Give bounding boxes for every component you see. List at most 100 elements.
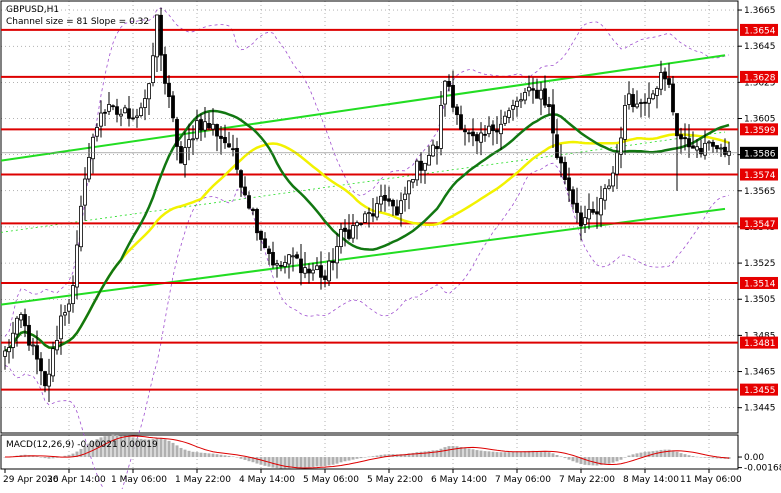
macd-histogram-bar	[428, 451, 431, 457]
candle-body	[544, 89, 547, 105]
candle-body	[132, 118, 135, 119]
macd-histogram-bar	[708, 457, 711, 458]
candle-body	[152, 56, 155, 83]
candle-body	[36, 346, 39, 359]
candle-body	[96, 127, 99, 136]
macd-histogram-bar	[632, 454, 635, 457]
macd-histogram-bar	[228, 456, 231, 457]
macd-histogram-bar	[512, 452, 515, 457]
candle	[172, 91, 175, 122]
macd-histogram-bar	[464, 448, 467, 457]
candle-body	[372, 214, 375, 216]
candle-body	[356, 223, 359, 226]
candle-body	[300, 259, 303, 273]
candle-body	[284, 262, 287, 266]
macd-histogram-bar	[640, 453, 643, 457]
time-tick-label: 6 May 14:00	[431, 475, 487, 485]
candle-body	[460, 115, 463, 130]
macd-histogram-bar	[712, 457, 715, 458]
candle-body	[388, 199, 391, 201]
candle-body	[488, 126, 491, 133]
candle-body	[616, 153, 619, 174]
macd-histogram-bar	[612, 457, 615, 463]
macd-histogram-bar	[204, 453, 207, 457]
macd-histogram-bar	[504, 452, 507, 457]
macd-histogram-bar	[688, 455, 691, 457]
macd-histogram-bar	[496, 452, 499, 457]
macd-histogram-bar	[224, 455, 227, 457]
candle-body	[560, 157, 563, 163]
macd-histogram-bar	[636, 453, 639, 457]
macd-histogram-bar	[376, 456, 379, 457]
candle-body	[60, 316, 63, 339]
candle-body	[688, 139, 691, 147]
candle-body	[712, 142, 715, 146]
time-tick-label: 8 May 14:00	[623, 475, 679, 485]
candle-body	[244, 187, 247, 195]
macd-histogram-bar	[300, 457, 303, 468]
price-tick-label: 1.3445	[744, 404, 776, 414]
macd-histogram-bar	[164, 439, 167, 457]
candle-body	[480, 133, 483, 142]
candle-body	[180, 146, 183, 163]
candle-body	[588, 209, 591, 219]
candle-body	[260, 231, 263, 239]
macd-histogram-bar	[476, 450, 479, 457]
candle-body	[632, 94, 635, 106]
macd-histogram-bar	[356, 457, 359, 459]
macd-histogram-bar	[572, 457, 575, 461]
macd-histogram-bar	[628, 456, 631, 457]
candle-body	[44, 372, 47, 386]
candle-body	[500, 124, 503, 133]
candle-body	[352, 226, 355, 239]
level-label-text: 1.3574	[744, 171, 776, 181]
candle-body	[660, 73, 663, 90]
candle-body	[296, 255, 299, 258]
price-tick-label: 1.3465	[744, 368, 776, 378]
macd-histogram-bar	[220, 455, 223, 457]
macd-histogram-bar	[664, 450, 667, 457]
candle-body	[140, 108, 143, 116]
candle-body	[444, 81, 447, 104]
macd-histogram-bar	[444, 447, 447, 457]
macd-histogram-bar	[516, 452, 519, 457]
candle-body	[672, 84, 675, 112]
candle-body	[232, 149, 235, 150]
macd-histogram-bar	[508, 452, 511, 457]
candle-body	[68, 304, 71, 311]
macd-histogram-bar	[168, 441, 171, 457]
candle-body	[572, 190, 575, 204]
candle-body	[580, 213, 583, 226]
level-label-text: 1.3628	[744, 73, 776, 83]
macd-histogram-bar	[212, 454, 215, 457]
candle-body	[376, 204, 379, 217]
macd-histogram-bar	[548, 452, 551, 457]
candle-body	[596, 212, 599, 214]
macd-histogram-bar	[420, 452, 423, 457]
macd-histogram-bar	[540, 451, 543, 457]
candle-body	[236, 148, 239, 169]
macd-tick-label: -0.00168	[744, 464, 781, 474]
candle-body	[400, 201, 403, 214]
candle-body	[648, 98, 651, 103]
macd-histogram-bar	[364, 457, 367, 458]
time-tick-label: 4 May 14:00	[239, 475, 295, 485]
macd-histogram-bar	[484, 451, 487, 457]
macd-histogram-bar	[272, 457, 275, 468]
macd-histogram-bar	[472, 449, 475, 457]
candle-body	[264, 239, 267, 248]
macd-histogram-bar	[332, 457, 335, 465]
candle-body	[184, 148, 187, 165]
candle-body	[380, 196, 383, 204]
time-tick-label: 1 May 06:00	[111, 475, 167, 485]
candle-body	[276, 264, 279, 265]
macd-histogram-bar	[184, 450, 187, 457]
candle-body	[328, 261, 331, 281]
candle-body	[412, 179, 415, 182]
candle-body	[404, 194, 407, 199]
price-tick-label: 1.3645	[744, 42, 776, 52]
macd-histogram-bar	[380, 455, 383, 457]
macd-histogram-bar	[296, 457, 299, 468]
candle-body	[424, 163, 427, 170]
candle-body	[360, 224, 363, 225]
